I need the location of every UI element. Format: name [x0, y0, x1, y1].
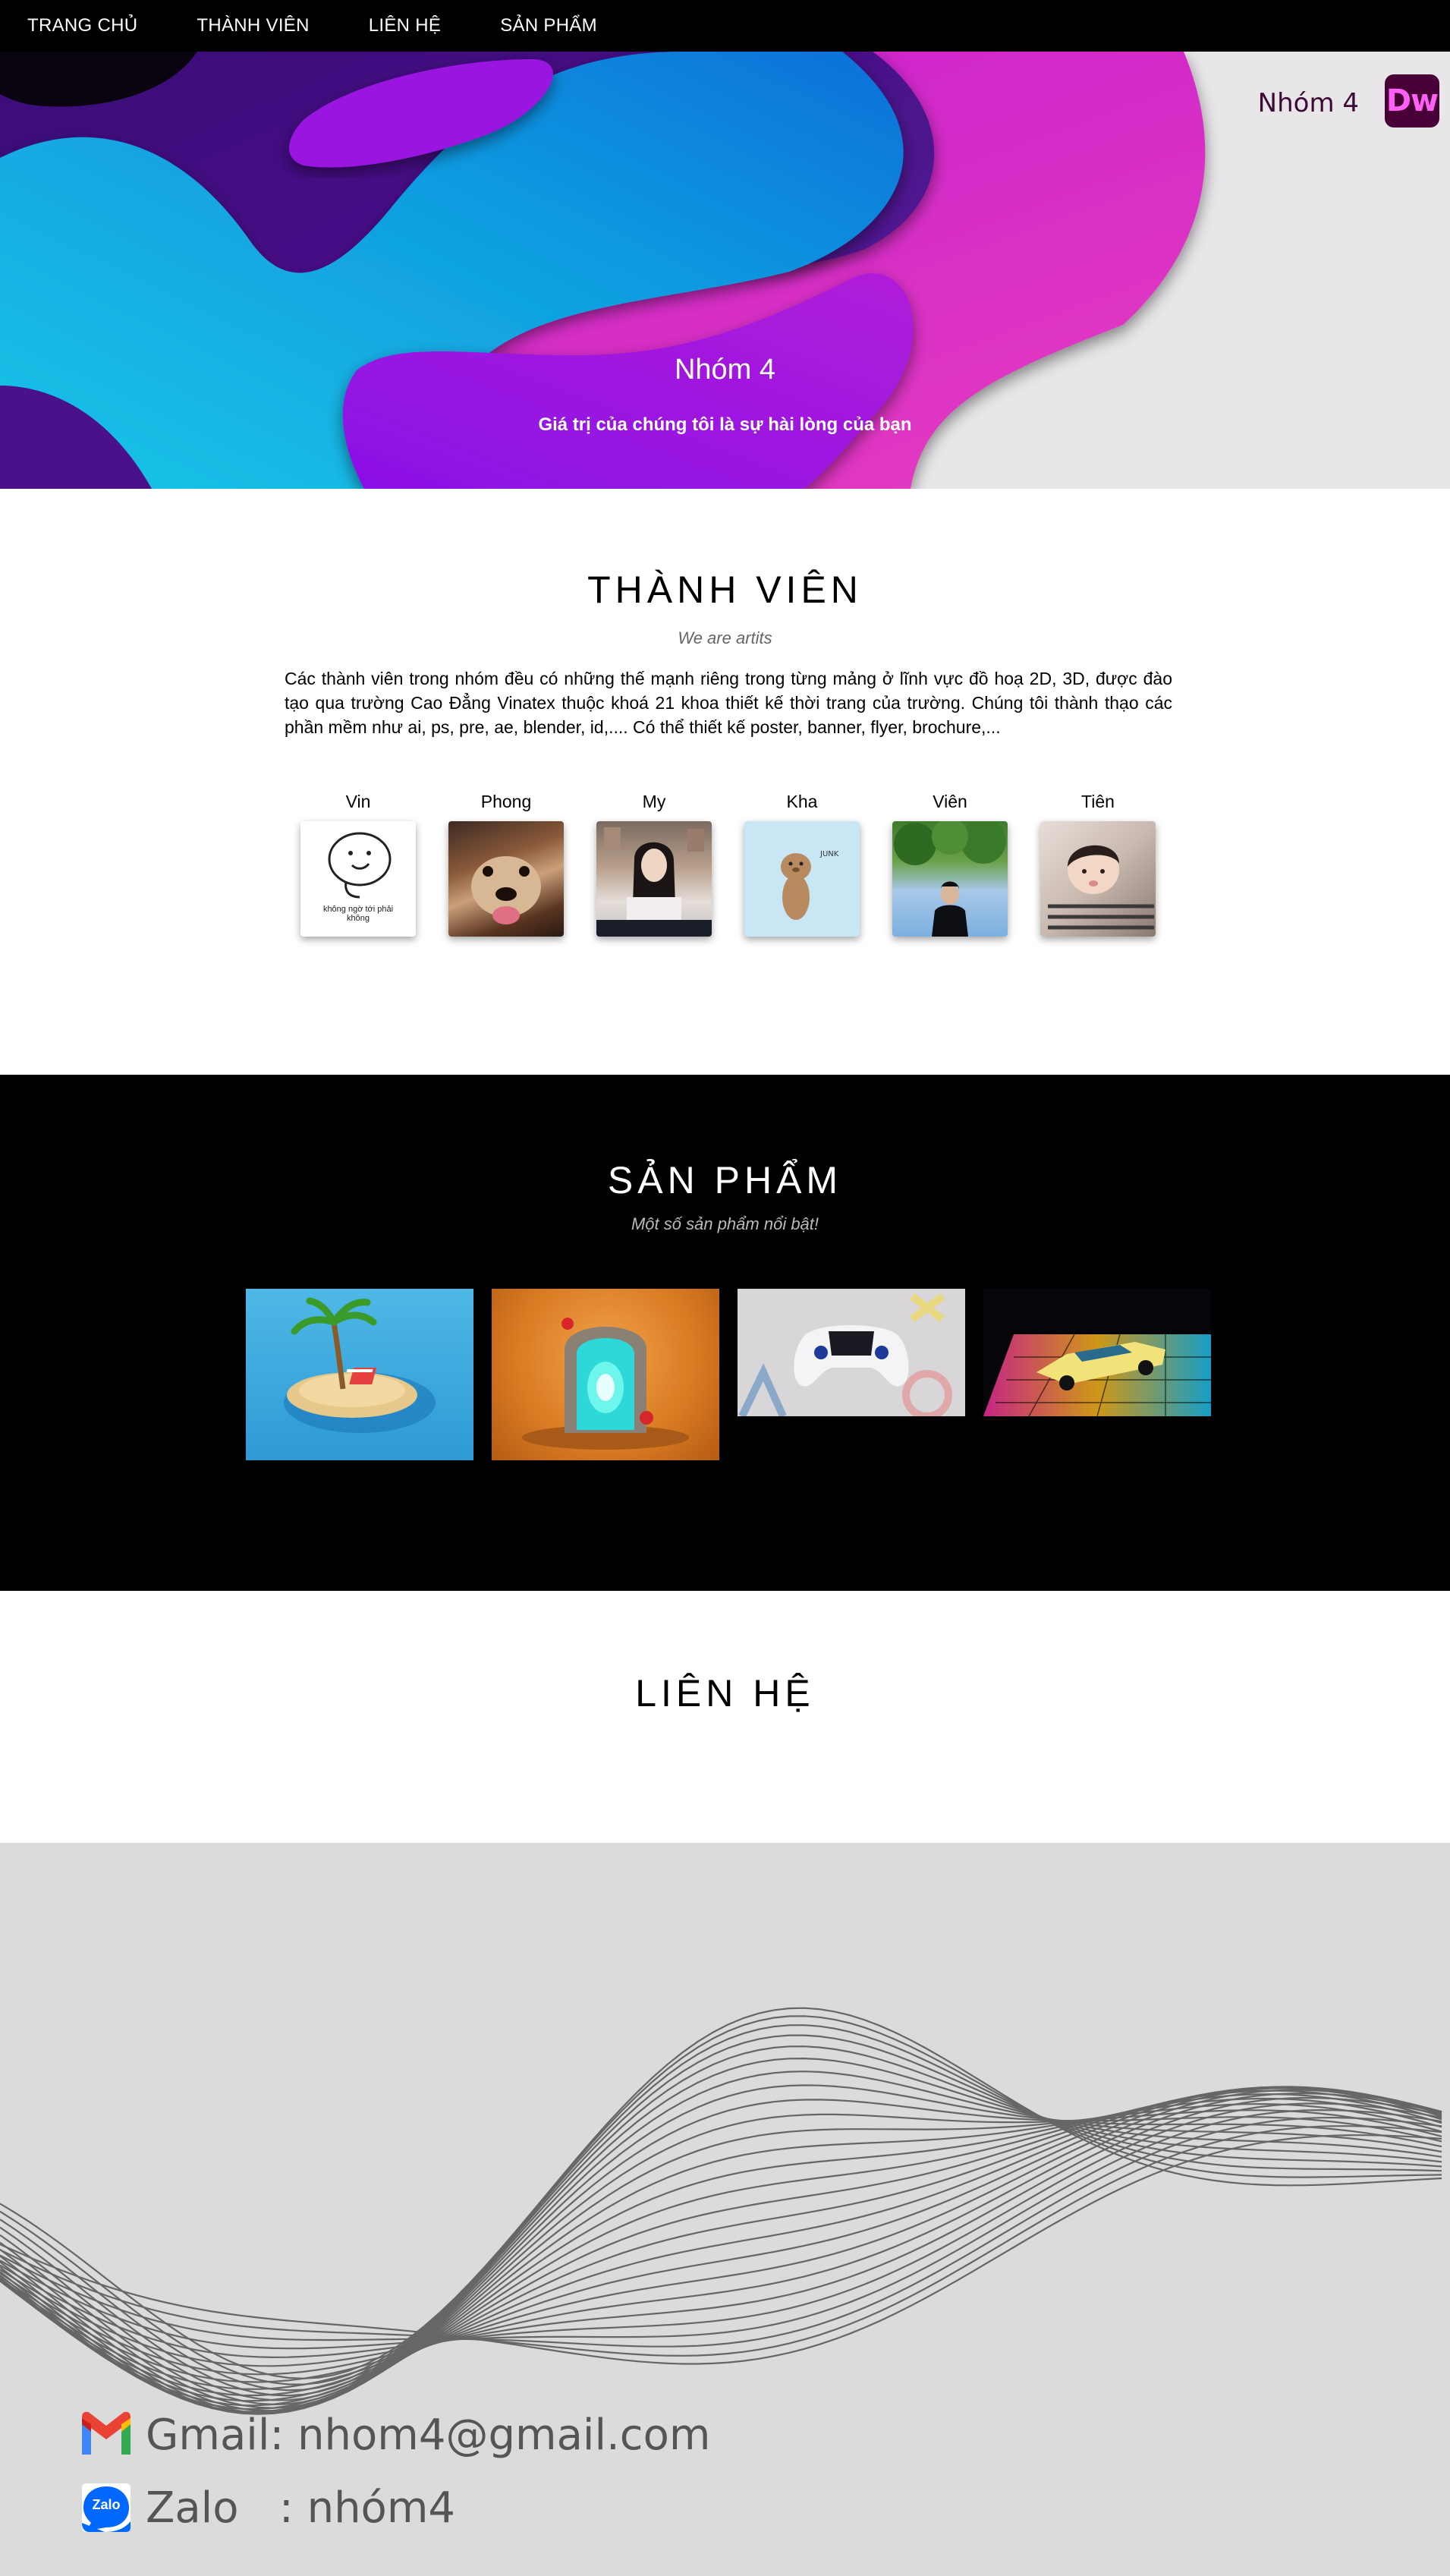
members-section: THÀNH VIÊN We are artits Các thành viên … — [0, 489, 1450, 1075]
gmail-icon — [79, 2408, 134, 2462]
member-card-phong[interactable]: Phong — [448, 791, 564, 937]
member-card-vin[interactable]: Vin không ngờ tới phải không — [300, 791, 416, 937]
hero-subtitle: Giá trị của chúng tôi là sự hài lòng của… — [538, 414, 912, 435]
nav-contact-link[interactable]: LIÊN HỆ — [369, 15, 441, 36]
products-section: SẢN PHẨM Một số sản phẩm nổi bật! — [0, 1075, 1450, 1591]
contact-title: LIÊN HỆ — [635, 1672, 815, 1715]
dreamweaver-logo: Dw — [1385, 74, 1439, 128]
wave-line — [0, 2024, 1442, 2392]
top-nav: TRANG CHỦ THÀNH VIÊN LIÊN HỆ SẢN PHẨM — [0, 0, 1450, 52]
nav-members-link[interactable]: THÀNH VIÊN — [197, 15, 309, 36]
wave-line — [0, 2097, 1442, 2414]
member-card-vien[interactable]: Viên — [892, 791, 1008, 937]
wave-line — [0, 2099, 1442, 2414]
member-photo-meme: không ngờ tới phải không — [300, 821, 416, 937]
svg-text:JUNK: JUNK — [819, 850, 839, 858]
members-subtitle: We are artits — [678, 628, 772, 647]
product-gamepad-image[interactable] — [738, 1289, 965, 1416]
wave-line — [0, 2087, 1442, 2407]
product-car-image[interactable] — [983, 1289, 1211, 1416]
member-photo-boy — [892, 821, 1008, 937]
wave-line — [0, 2096, 1442, 2367]
member-name: Phong — [480, 792, 532, 811]
wave-line — [0, 2102, 1442, 2359]
wave-line — [0, 2015, 1442, 2385]
products-title: SẢN PHẨM — [607, 1159, 843, 1201]
wave-line — [0, 2109, 1442, 2415]
wave-line — [0, 2034, 1442, 2397]
gmail-contact[interactable]: Gmail: nhom4@gmail.com — [79, 2408, 710, 2462]
hero-brand-name: Nhóm 4 — [1257, 88, 1359, 118]
zalo-icon: Zalo — [79, 2480, 134, 2535]
member-card-my[interactable]: My — [596, 791, 712, 937]
member-name: Kha — [786, 792, 818, 811]
member-name: My — [642, 792, 666, 811]
members-description: Các thành viên trong nhóm đều có những t… — [285, 669, 1172, 737]
contact-section: LIÊN HỆ — [0, 1591, 1450, 1843]
product-portal-image[interactable] — [492, 1289, 719, 1460]
product-island-image[interactable] — [246, 1289, 473, 1460]
member-card-kha[interactable]: Kha JUNK — [744, 791, 860, 937]
wave-line — [0, 2134, 1442, 2365]
zalo-contact[interactable]: Zalo Zalo : nhóm4 — [79, 2480, 455, 2535]
wave-line — [0, 2071, 1442, 2409]
member-name: Vin — [345, 792, 371, 811]
member-photo-baby — [1040, 821, 1156, 937]
hero-banner: Nhóm 4 Dw Nhóm 4 Giá trị của chúng tôi l… — [0, 52, 1450, 489]
member-photo-otter: JUNK — [744, 821, 860, 937]
wave-line — [0, 2089, 1442, 2383]
members-title: THÀNH VIÊN — [587, 568, 863, 611]
gmail-text: Gmail: nhom4@gmail.com — [146, 2410, 711, 2460]
wave-lines-decoration — [0, 2007, 1442, 2415]
member-photo-girl — [596, 821, 712, 937]
nav-products-link[interactable]: SẢN PHẨM — [500, 15, 597, 36]
member-card-tien[interactable]: Tiên — [1040, 791, 1156, 937]
member-name: Tiên — [1081, 792, 1115, 811]
zalo-text: Zalo : nhóm4 — [146, 2483, 455, 2533]
products-subtitle: Một số sản phẩm nổi bật! — [631, 1214, 819, 1233]
zalo-icon-label: Zalo — [92, 2497, 121, 2512]
contact-footer: Gmail: nhom4@gmail.com Zalo Zalo : nhóm4 — [0, 1843, 1450, 2576]
nav-home-link[interactable]: TRANG CHỦ — [27, 15, 137, 36]
member-photo-dog — [448, 821, 564, 937]
meme-caption: không ngờ tới phải không — [322, 905, 394, 923]
wave-line — [0, 2089, 1442, 2411]
hero-title: Nhóm 4 — [674, 354, 776, 386]
wave-line — [0, 2086, 1442, 2397]
member-name: Viên — [933, 792, 967, 811]
